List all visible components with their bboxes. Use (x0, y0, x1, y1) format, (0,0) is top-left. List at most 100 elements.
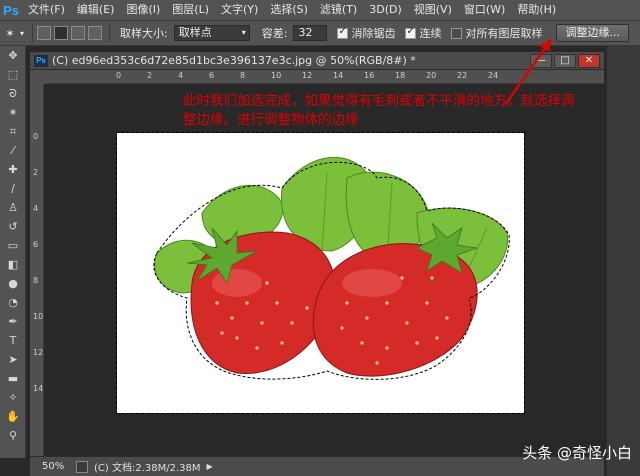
canvas-area[interactable]: 此时我们加选完成，如果觉得有毛刺或者不平滑的地方，就选择调 整边缘。进行调整物体… (46, 85, 604, 456)
menu-bar: Ps 文件(F) 编辑(E) 图像(I) 图层(L) 文字(Y) 选择(S) 滤… (0, 0, 640, 20)
ruler-tick: 8 (33, 276, 39, 285)
refine-edge-button[interactable]: 调整边缘... (556, 24, 629, 42)
menu-help[interactable]: 帮助(H) (511, 0, 562, 20)
eyedropper-tool-icon[interactable]: ⁄ (0, 141, 26, 160)
history-brush-icon[interactable]: ↺ (0, 217, 26, 236)
menu-view[interactable]: 视图(V) (408, 0, 458, 20)
ruler-tick: 0 (116, 71, 122, 80)
dodge-tool-icon[interactable]: ◔ (0, 293, 26, 312)
highlight (342, 269, 402, 297)
magic-wand-icon[interactable]: ✶ (0, 103, 26, 122)
ruler-tick: 12 (302, 71, 313, 80)
strawberry-image (153, 157, 510, 380)
maximize-button[interactable]: □ (554, 54, 576, 68)
ruler-top[interactable]: 0 2 4 6 8 10 12 14 16 18 20 22 24 (46, 70, 604, 84)
document-tab[interactable]: Ps (C) ed96ed353c6d72e85d1bc3e396137e3c.… (30, 52, 604, 70)
contiguous-checkbox[interactable] (405, 26, 417, 39)
ruler-tick: 14 (333, 71, 344, 80)
shape-tool-icon[interactable]: ▬ (0, 369, 26, 388)
annotation-line-2: 整边缘。进行调整物体的边缘 (183, 112, 359, 128)
ruler-tick: 2 (33, 168, 39, 177)
status-arrow-right-icon[interactable]: ▶ (207, 462, 213, 471)
menu-3d[interactable]: 3D(D) (363, 0, 408, 20)
menu-file[interactable]: 文件(F) (22, 0, 71, 20)
ruler-tick: 22 (457, 71, 468, 80)
toolbox: ✥ ⬚ ᘐ ✶ ⌗ ⁄ ✚ ∕ ♙ ↺ ▭ ◧ ● ◔ ✒ T ➤ ▬ ✧ ✋ … (0, 46, 26, 458)
antialias-checkbox[interactable] (337, 26, 349, 39)
menu-select[interactable]: 选择(S) (264, 0, 314, 20)
document-info: (C) 文档:2.38M/2.38M (94, 463, 201, 474)
ruler-tick: 6 (33, 240, 39, 249)
ruler-tick: 18 (395, 71, 406, 80)
ruler-tick: 2 (147, 71, 153, 80)
brush-tool-icon[interactable]: ∕ (0, 179, 26, 198)
highlight (212, 269, 262, 297)
sample-size-select[interactable]: 取样点 ▾ (173, 25, 250, 41)
menu-filter[interactable]: 滤镜(T) (314, 0, 363, 20)
status-menu-icon[interactable] (76, 460, 88, 473)
collapsed-panels (606, 46, 640, 476)
path-selection-icon[interactable]: ➤ (0, 350, 26, 369)
separator (32, 24, 34, 42)
sample-size-value: 取样点 (178, 26, 212, 39)
sample-all-layers-label: 对所有图层取样 (465, 27, 543, 40)
image-canvas[interactable] (116, 132, 525, 414)
watermark: 头条 @奇怪小白 (522, 444, 632, 462)
add-to-selection-button[interactable] (54, 26, 69, 40)
new-selection-button[interactable] (37, 26, 52, 40)
ruler-tick: 0 (33, 132, 39, 141)
menu-image[interactable]: 图像(I) (120, 0, 166, 20)
zoom-level[interactable]: 50% (30, 461, 70, 472)
magic-wand-tool-icon[interactable]: ✶ (0, 27, 20, 40)
zoom-tool-icon[interactable]: ⚲ (0, 426, 26, 445)
contiguous-label: 连续 (419, 27, 442, 40)
status-bar: 50% (C) 文档:2.38M/2.38M ▶ (30, 456, 604, 476)
tolerance-input[interactable]: 32 (293, 25, 328, 41)
blur-tool-icon[interactable]: ● (0, 274, 26, 293)
3d-tool-icon[interactable]: ✧ (0, 388, 26, 407)
annotation-line-1: 此时我们加选完成，如果觉得有毛刺或者不平滑的地方，就选择调 (183, 93, 575, 109)
subtract-from-selection-button[interactable] (71, 26, 86, 40)
menu-type[interactable]: 文字(Y) (215, 0, 264, 20)
document-title: (C) ed96ed353c6d72e85d1bc3e396137e3c.jpg… (52, 54, 416, 67)
intersect-selection-button[interactable] (88, 26, 103, 40)
ruler-tick: 4 (33, 204, 39, 213)
menu-edit[interactable]: 编辑(E) (71, 0, 121, 20)
photoshop-logo: Ps (3, 2, 19, 18)
ruler-tick: 20 (426, 71, 437, 80)
ruler-tick: 6 (209, 71, 215, 80)
close-button[interactable]: ✕ (578, 54, 600, 68)
sample-all-layers-checkbox[interactable] (451, 27, 463, 39)
paint-bucket-icon[interactable]: ◧ (0, 255, 26, 274)
eraser-tool-icon[interactable]: ▭ (0, 236, 26, 255)
ruler-left[interactable]: 0 2 4 6 8 10 12 14 (30, 84, 44, 456)
lasso-tool-icon[interactable]: ᘐ (0, 84, 26, 103)
ruler-tick: 14 (33, 384, 44, 393)
move-tool-icon[interactable]: ✥ (0, 46, 26, 65)
marquee-tool-icon[interactable]: ⬚ (0, 65, 26, 84)
antialias-label: 消除锯齿 (351, 27, 396, 40)
chevron-down-icon: ▾ (241, 28, 246, 37)
tolerance-label: 容差: (261, 27, 288, 40)
ps-file-icon: Ps (34, 54, 48, 67)
ruler-tick: 24 (488, 71, 499, 80)
ruler-tick: 8 (240, 71, 246, 80)
ruler-tick: 12 (33, 348, 44, 357)
hand-tool-icon[interactable]: ✋ (0, 407, 26, 426)
crop-tool-icon[interactable]: ⌗ (0, 122, 26, 141)
ruler-tick: 10 (33, 312, 44, 321)
minimize-button[interactable]: — (530, 54, 552, 68)
healing-brush-icon[interactable]: ✚ (0, 160, 26, 179)
options-bar: ✶ ▾ 取样大小: 取样点 ▾ 容差: 32 消除锯齿 连续 对所有图层取样 调… (0, 20, 640, 46)
ruler-tick: 10 (271, 71, 282, 80)
document-window: Ps (C) ed96ed353c6d72e85d1bc3e396137e3c.… (30, 52, 604, 456)
menu-layer[interactable]: 图层(L) (166, 0, 215, 20)
type-tool-icon[interactable]: T (0, 331, 26, 350)
ruler-corner (30, 70, 46, 84)
separator (109, 24, 111, 42)
ruler-tick: 4 (178, 71, 184, 80)
menu-window[interactable]: 窗口(W) (458, 0, 511, 20)
clone-stamp-icon[interactable]: ♙ (0, 198, 26, 217)
tool-preset-dropdown-icon[interactable]: ▾ (20, 29, 24, 38)
pen-tool-icon[interactable]: ✒ (0, 312, 26, 331)
